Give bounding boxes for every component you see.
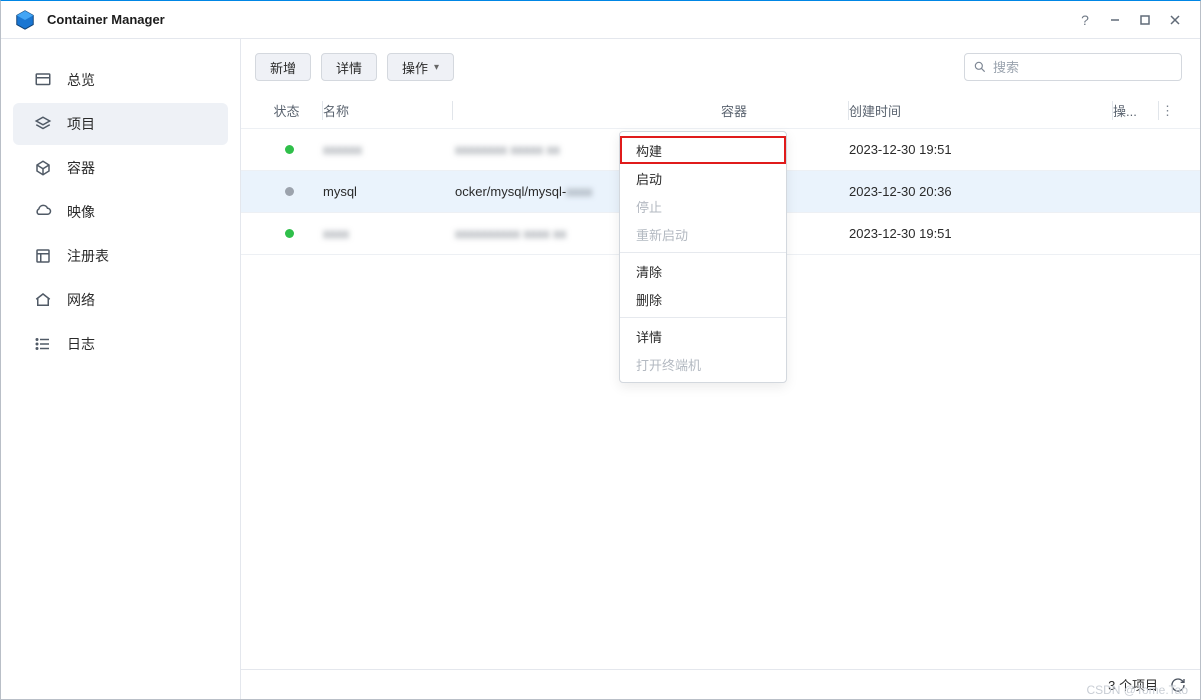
name-cell: xxxx — [323, 226, 453, 241]
col-header-op[interactable]: 操... — [1113, 101, 1159, 120]
app-title: Container Manager — [47, 12, 165, 27]
maximize-button[interactable] — [1132, 7, 1158, 33]
created-cell: 2023-12-30 20:36 — [849, 184, 1113, 199]
sidebar-item-registry[interactable]: 注册表 — [13, 235, 228, 277]
cloud-icon — [33, 202, 53, 222]
search-icon — [973, 60, 987, 74]
detail-button[interactable]: 详情 — [321, 53, 377, 81]
status-dot-running-icon — [285, 145, 294, 154]
sidebar-item-image[interactable]: 映像 — [13, 191, 228, 233]
col-header-status[interactable]: 状态 — [255, 101, 323, 120]
sidebar-item-overview[interactable]: 总览 — [13, 59, 228, 101]
sidebar-item-network[interactable]: 网络 — [13, 279, 228, 321]
statusbar: 3 个项目 — [241, 669, 1200, 699]
sidebar-item-label: 项目 — [67, 114, 95, 134]
menu-item-restart: 重新启动 — [620, 220, 786, 248]
dashboard-icon — [33, 70, 53, 90]
list-icon — [33, 334, 53, 354]
status-cell — [255, 229, 323, 238]
menu-item-stop: 停止 — [620, 192, 786, 220]
main-content: 新增 详情 操作▾ 状态 名称 容器 创建时间 操... ⋮ xxxxxx — [241, 39, 1200, 699]
close-button[interactable] — [1162, 7, 1188, 33]
sidebar-item-label: 容器 — [67, 158, 95, 178]
menu-item-start[interactable]: 启动 — [620, 164, 786, 192]
sidebar-item-container[interactable]: 容器 — [13, 147, 228, 189]
menu-item-delete[interactable]: 删除 — [620, 285, 786, 313]
col-header-created[interactable]: 创建时间 — [849, 101, 1113, 120]
add-button[interactable]: 新增 — [255, 53, 311, 81]
created-cell: 2023-12-30 19:51 — [849, 226, 1113, 241]
created-cell: 2023-12-30 19:51 — [849, 142, 1113, 157]
menu-item-detail[interactable]: 详情 — [620, 322, 786, 350]
action-dropdown-menu: 构建 启动 停止 重新启动 清除 删除 详情 打开终端机 — [619, 131, 787, 383]
menu-item-cleanup[interactable]: 清除 — [620, 257, 786, 285]
search-box[interactable] — [964, 53, 1182, 81]
menu-divider — [620, 252, 786, 253]
sidebar-item-project[interactable]: 项目 — [13, 103, 228, 145]
menu-divider — [620, 317, 786, 318]
menu-item-build[interactable]: 构建 — [620, 136, 786, 164]
sidebar-item-label: 映像 — [67, 202, 95, 222]
window-header: Container Manager ? — [1, 1, 1200, 39]
sidebar-item-label: 总览 — [67, 70, 95, 90]
help-button[interactable]: ? — [1072, 7, 1098, 33]
caret-down-icon: ▾ — [434, 62, 439, 73]
col-header-name[interactable]: 名称 — [323, 101, 453, 120]
name-cell: xxxxxx — [323, 142, 453, 157]
menu-item-open-terminal: 打开终端机 — [620, 350, 786, 378]
sidebar-item-label: 日志 — [67, 334, 95, 354]
sidebar-item-label: 注册表 — [67, 246, 109, 266]
status-dot-running-icon — [285, 229, 294, 238]
sidebar-item-label: 网络 — [67, 290, 95, 310]
minimize-button[interactable] — [1102, 7, 1128, 33]
table-header: 状态 名称 容器 创建时间 操... ⋮ — [241, 93, 1200, 129]
registry-icon — [33, 246, 53, 266]
sidebar-item-log[interactable]: 日志 — [13, 323, 228, 365]
sidebar: 总览 项目 容器 映像 注册表 网络 日志 — [1, 39, 241, 699]
toolbar: 新增 详情 操作▾ — [241, 39, 1200, 93]
layers-icon — [33, 114, 53, 134]
status-dot-stopped-icon — [285, 187, 294, 196]
cube-icon — [33, 158, 53, 178]
status-cell — [255, 187, 323, 196]
item-count: 3 个项目 — [1108, 675, 1158, 694]
col-header-container[interactable]: 容器 — [721, 101, 849, 120]
col-header-more[interactable]: ⋮ — [1159, 103, 1181, 119]
refresh-button[interactable] — [1170, 677, 1186, 693]
refresh-icon — [1170, 677, 1186, 693]
action-dropdown-button[interactable]: 操作▾ — [387, 53, 454, 81]
network-icon — [33, 290, 53, 310]
app-icon — [13, 8, 37, 32]
status-cell — [255, 145, 323, 154]
name-cell: mysql — [323, 184, 453, 199]
search-input[interactable] — [993, 60, 1173, 75]
